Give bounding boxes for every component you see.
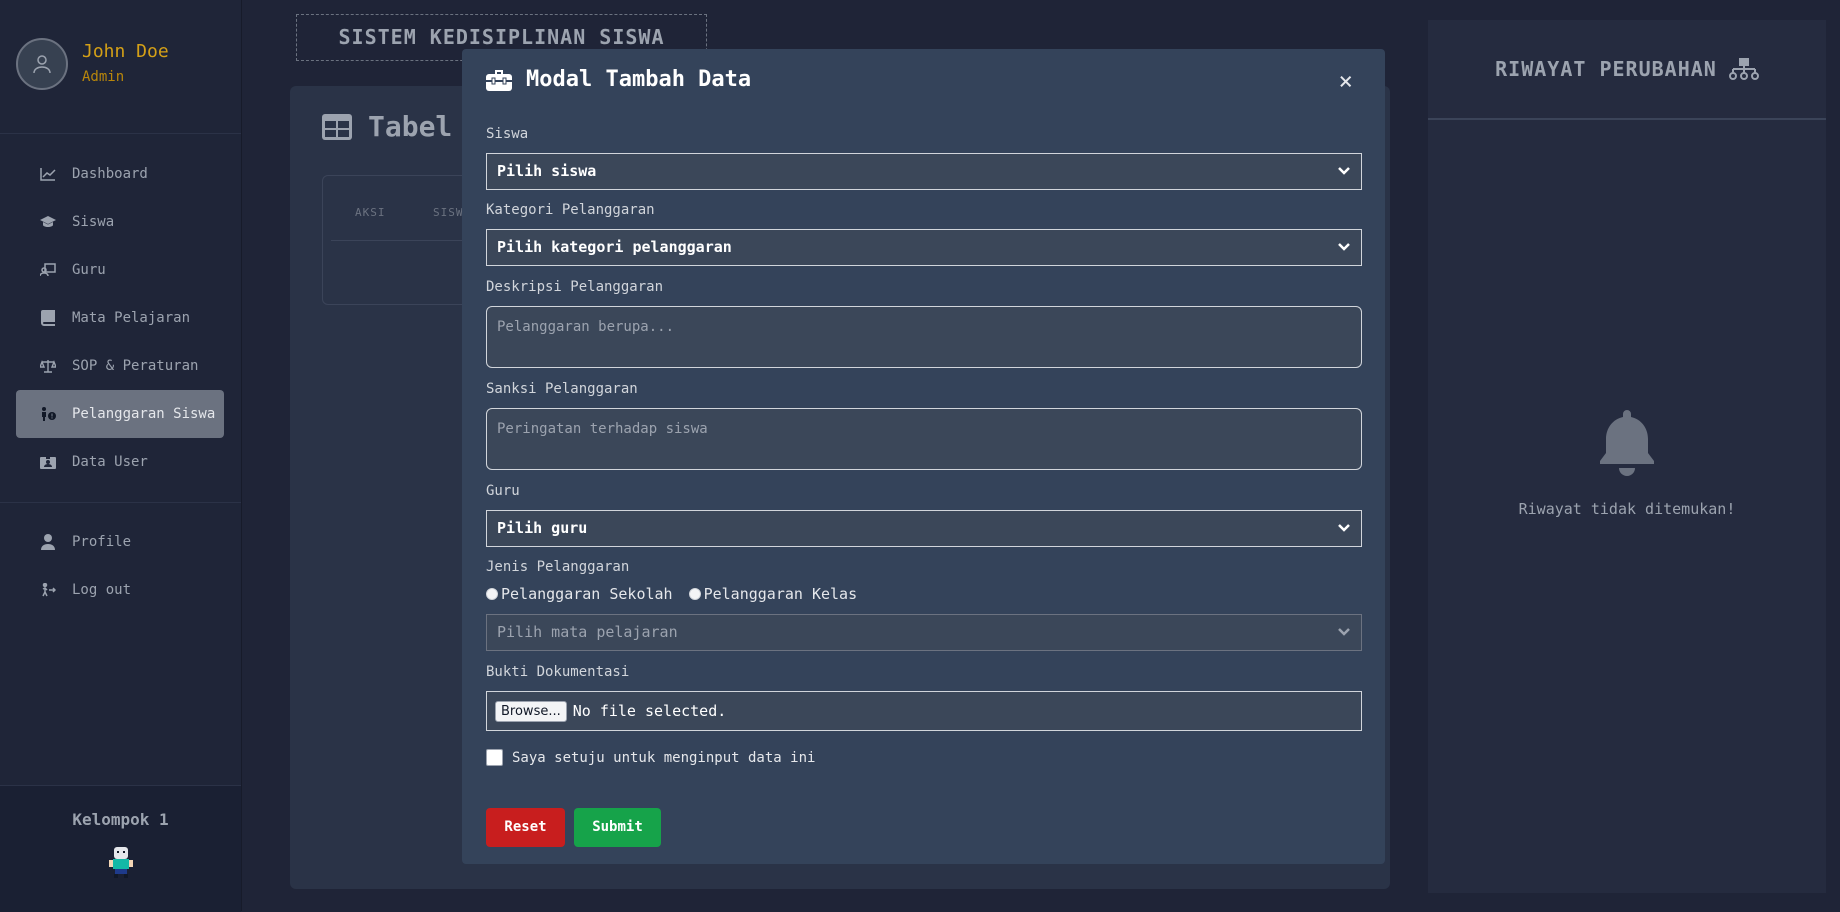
guru-select[interactable]: Pilih guru	[486, 510, 1362, 547]
table-header-aksi[interactable]: AKSI	[355, 206, 386, 219]
sidebar-item-siswa[interactable]: Siswa	[16, 198, 224, 246]
toolbox-icon	[486, 69, 512, 91]
sidebar-bottom-nav: Profile Log out	[16, 518, 224, 614]
book-icon	[40, 310, 56, 326]
sidebar-item-profile[interactable]: Profile	[16, 518, 224, 566]
file-status: No file selected.	[572, 702, 727, 720]
sidebar-item-data-user[interactable]: Data User	[16, 438, 224, 486]
sidebar-item-label: SOP & Peraturan	[72, 358, 199, 374]
deskripsi-textarea[interactable]: Pelanggaran berupa...	[486, 306, 1362, 368]
sidebar-item-label: Profile	[72, 534, 132, 550]
sidebar-footer: Kelompok 1	[0, 785, 241, 912]
agree-label: Saya setuju untuk menginput data ini	[512, 749, 816, 766]
sidebar-item-label: Guru	[72, 262, 106, 278]
history-empty: Riwayat tidak ditemukan!	[1428, 410, 1826, 518]
sidebar-item-dashboard[interactable]: Dashboard	[16, 150, 224, 198]
add-data-modal: Modal Tambah Data × Siswa Pilih siswa Ka…	[462, 49, 1385, 864]
user-role: Admin	[82, 69, 125, 85]
scale-icon	[40, 358, 56, 374]
user-icon	[40, 534, 56, 550]
sidebar-item-sop-peraturan[interactable]: SOP & Peraturan	[16, 342, 224, 390]
siswa-select-value: Pilih siswa	[497, 162, 597, 180]
avatar[interactable]	[16, 38, 68, 90]
guru-select-value: Pilih guru	[497, 519, 588, 537]
sidebar-item-guru[interactable]: Guru	[16, 246, 224, 294]
sidebar-nav: Dashboard Siswa Guru Mata Pelajaran SOP …	[16, 150, 224, 486]
sidebar-item-pelanggaran-siswa[interactable]: Pelanggaran Siswa	[16, 390, 224, 438]
sidebar-item-mata-pelajaran[interactable]: Mata Pelajaran	[16, 294, 224, 342]
sidebar-item-label: Log out	[72, 582, 132, 598]
agree-checkbox[interactable]	[486, 749, 503, 766]
person-warning-icon	[40, 406, 56, 422]
divider	[0, 502, 241, 503]
chevron-down-icon	[1338, 524, 1350, 532]
mata-pelajaran-select: Pilih mata pelajaran	[486, 614, 1362, 651]
radio-label: Pelanggaran Sekolah	[501, 585, 673, 603]
modal-title: Modal Tambah Data	[486, 67, 751, 92]
id-card-icon	[40, 454, 56, 470]
siswa-select[interactable]: Pilih siswa	[486, 153, 1362, 190]
jenis-radio-group: Pelanggaran Sekolah Pelanggaran Kelas	[486, 585, 857, 603]
close-button[interactable]: ×	[1339, 69, 1353, 93]
user-avatar-icon	[33, 55, 51, 74]
sidebar-item-logout[interactable]: Log out	[16, 566, 224, 614]
submit-button[interactable]: Submit	[574, 808, 661, 847]
chevron-down-icon	[1338, 167, 1350, 175]
history-empty-text: Riwayat tidak ditemukan!	[1518, 500, 1736, 518]
radio-label: Pelanggaran Kelas	[703, 585, 858, 603]
jenis-label: Jenis Pelanggaran	[486, 559, 630, 575]
kategori-select-value: Pilih kategori pelanggaran	[497, 238, 732, 256]
reset-button[interactable]: Reset	[486, 808, 565, 847]
sitemap-icon	[1728, 58, 1759, 80]
sidebar: John Doe Admin Dashboard Siswa Guru Mata…	[0, 0, 242, 912]
chevron-down-icon	[1338, 628, 1350, 636]
page-title-text: Tabel	[368, 110, 453, 143]
chart-line-icon	[40, 166, 56, 182]
graduation-cap-icon	[40, 214, 56, 230]
sanksi-label: Sanksi Pelanggaran	[486, 381, 638, 397]
bell-icon	[1600, 410, 1654, 476]
mata-pelajaran-select-value: Pilih mata pelajaran	[497, 623, 678, 641]
user-profile: John Doe Admin	[16, 38, 169, 90]
history-title: RIWAYAT PERUBAHAN	[1495, 57, 1717, 81]
bukti-label: Bukti Dokumentasi	[486, 664, 630, 680]
browse-button[interactable]: Browse...	[495, 700, 567, 722]
sidebar-item-label: Dashboard	[72, 166, 148, 182]
mascot-icon	[108, 847, 133, 878]
file-input: Browse... No file selected.	[486, 691, 1362, 731]
agree-row: Saya setuju untuk menginput data ini	[486, 749, 815, 766]
history-header: RIWAYAT PERUBAHAN	[1428, 20, 1826, 120]
table-icon	[322, 113, 352, 140]
siswa-label: Siswa	[486, 126, 529, 142]
modal-title-text: Modal Tambah Data	[526, 67, 752, 92]
chevron-down-icon	[1338, 243, 1350, 251]
sidebar-item-label: Pelanggaran Siswa	[72, 406, 216, 422]
radio-pelanggaran-sekolah[interactable]	[486, 588, 498, 600]
history-panel: RIWAYAT PERUBAHAN Riwayat tidak ditemuka…	[1428, 20, 1826, 893]
sanksi-textarea[interactable]: Peringatan terhadap siswa	[486, 408, 1362, 470]
group-name: Kelompok 1	[72, 810, 169, 829]
user-name: John Doe	[82, 41, 169, 62]
kategori-label: Kategori Pelanggaran	[486, 202, 655, 218]
teacher-icon	[40, 262, 56, 278]
radio-pelanggaran-kelas[interactable]	[688, 588, 701, 600]
divider	[0, 133, 241, 134]
sidebar-item-label: Data User	[72, 454, 148, 470]
page-title: Tabel	[322, 110, 452, 143]
logout-icon	[40, 582, 56, 598]
guru-label: Guru	[486, 483, 520, 499]
deskripsi-label: Deskripsi Pelanggaran	[486, 279, 664, 295]
table-header-siswa[interactable]: SISW	[433, 206, 464, 219]
sidebar-item-label: Mata Pelajaran	[72, 310, 191, 326]
kategori-select[interactable]: Pilih kategori pelanggaran	[486, 229, 1362, 266]
sidebar-item-label: Siswa	[72, 214, 115, 230]
